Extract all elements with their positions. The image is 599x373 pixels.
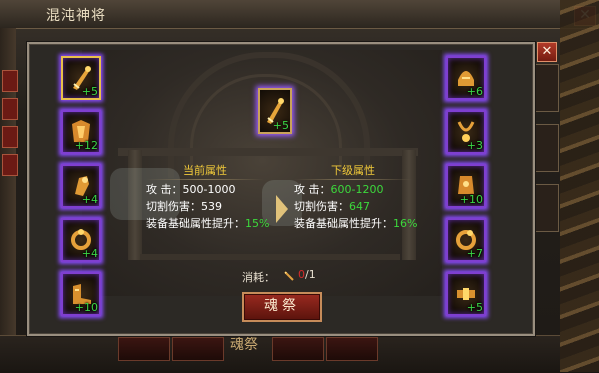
altar-beam	[118, 148, 418, 156]
cost-owned: 0	[298, 268, 305, 281]
left-tab-4[interactable]	[2, 154, 18, 176]
behind-slot	[118, 337, 170, 361]
equipment-slot-right-5[interactable]: +5	[446, 272, 486, 316]
next-boost-value: 16%	[393, 217, 418, 230]
equipment-slot-left-4[interactable]: +4	[61, 218, 101, 262]
header-divider	[294, 179, 412, 180]
slot-level: +10	[459, 193, 483, 206]
current-attribute-list: 攻 击：500-1000 切割伤害：539 装备基础属性提升：15%	[146, 181, 269, 232]
next-attribute-list: 攻 击：600-1200 切割伤害：647 装备基础属性提升：16%	[294, 181, 417, 232]
slot-level: +4	[81, 193, 98, 206]
cost-required: /1	[305, 268, 316, 281]
next-cut-damage-value: 647	[349, 200, 370, 213]
slot-level: +7	[466, 247, 483, 260]
equipment-slot-right-3[interactable]: +10	[446, 164, 486, 208]
equipment-slot-left-2[interactable]: +12	[61, 110, 101, 154]
soul-sacrifice-button[interactable]: 魂祭	[242, 292, 322, 322]
next-attack-row: 攻 击：600-1200	[294, 181, 417, 198]
next-attack-label: 攻 击：	[294, 183, 331, 196]
boost-label: 装备基础属性提升：	[146, 217, 245, 230]
behind-slot	[326, 337, 378, 361]
next-attributes-header: 下级属性	[331, 164, 375, 177]
equipment-slot-right-4[interactable]: +7	[446, 218, 486, 262]
behind-slot	[172, 337, 224, 361]
equipment-slot-right-1[interactable]: +6	[446, 56, 486, 100]
header-divider	[146, 179, 264, 180]
cut-damage-label: 切割伤害：	[146, 200, 201, 213]
next-attributes: 下级属性	[294, 163, 412, 180]
attack-label: 攻 击：	[146, 183, 183, 196]
selected-item-slot[interactable]: +5	[258, 88, 292, 134]
slot-level: +12	[74, 139, 98, 152]
window-title: 混沌神将	[46, 8, 106, 24]
slot-level: +5	[466, 301, 483, 314]
next-cut-damage-label: 切割伤害：	[294, 200, 349, 213]
background-button-label: 魂祭	[230, 337, 258, 353]
current-attributes-header: 当前属性	[183, 164, 227, 177]
right-strip-slot	[535, 64, 559, 112]
slot-level: +10	[74, 301, 98, 314]
behind-slot	[272, 337, 324, 361]
left-tab-3[interactable]	[2, 126, 18, 148]
equipment-slot-right-2[interactable]: +3	[446, 110, 486, 154]
dragon-border-decoration	[560, 0, 599, 372]
selected-item-level: +5	[272, 119, 289, 132]
cut-damage-value: 539	[201, 200, 222, 213]
sword-shard-icon	[284, 271, 294, 281]
arrow-right-icon	[276, 195, 288, 223]
current-attributes: 当前属性	[146, 163, 264, 180]
equipment-slot-left-5[interactable]: +10	[61, 272, 101, 316]
boost-value: 15%	[245, 217, 270, 230]
left-tab-2[interactable]	[2, 98, 18, 120]
cost-label: 消耗：	[242, 271, 275, 284]
equipment-slot-left-3[interactable]: +4	[61, 164, 101, 208]
right-strip-slot	[535, 124, 559, 172]
boost-row: 装备基础属性提升：15%	[146, 215, 269, 232]
next-attack-value: 600-1200	[330, 183, 384, 196]
altar-shelf	[140, 254, 400, 260]
next-boost-row: 装备基础属性提升：16%	[294, 215, 417, 232]
attack-value: 500-1000	[182, 183, 236, 196]
slot-level: +4	[81, 247, 98, 260]
next-cut-damage-row: 切割伤害：647	[294, 198, 417, 215]
left-tab-1[interactable]	[2, 70, 18, 92]
slot-level: +3	[466, 139, 483, 152]
slot-level: +6	[466, 85, 483, 98]
slot-level: +5	[81, 85, 98, 98]
popup-close-button[interactable]: ✕	[537, 42, 557, 62]
attack-row: 攻 击：500-1000	[146, 181, 269, 198]
next-boost-label: 装备基础属性提升：	[294, 217, 393, 230]
cut-damage-row: 切割伤害：539	[146, 198, 269, 215]
right-strip-slot	[535, 184, 559, 232]
equipment-slot-left-1[interactable]: +5	[61, 56, 101, 100]
